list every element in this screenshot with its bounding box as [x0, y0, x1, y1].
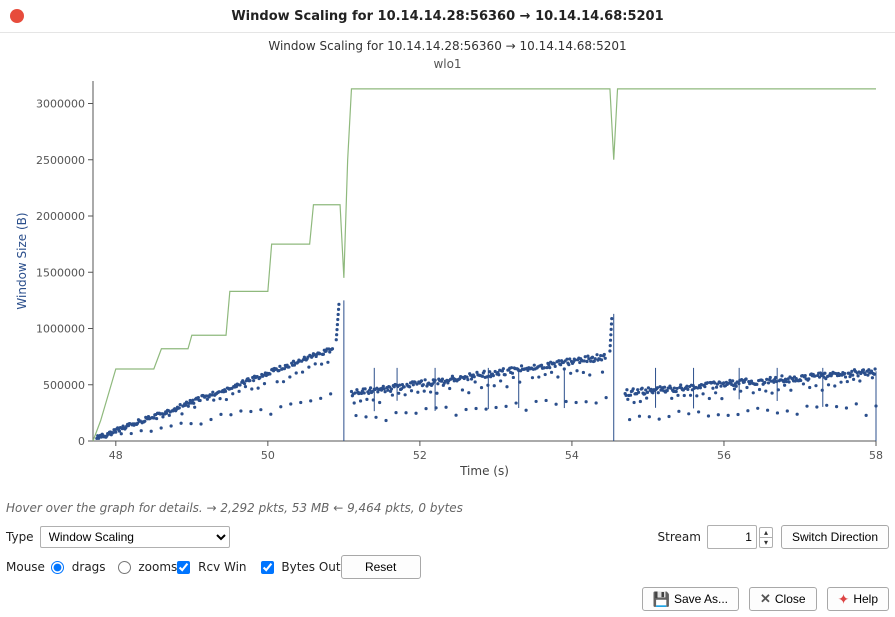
stream-stepper[interactable]: ▴ ▾	[759, 527, 773, 548]
hover-hint: Hover over the graph for details. → 2,29…	[6, 501, 889, 515]
dialog-button-row: 💾 Save As... ✕ Close ✦ Help	[6, 587, 889, 611]
controls-row-1: Type ThroughputRound Trip TimeWindow Sca…	[6, 523, 889, 551]
mouse-drags-radio[interactable]: drags	[51, 560, 106, 574]
svg-text:Window Size (B): Window Size (B)	[15, 212, 29, 309]
svg-text:48: 48	[108, 449, 122, 462]
stream-step-up-icon[interactable]: ▴	[760, 528, 772, 537]
svg-text:Time (s): Time (s)	[459, 464, 509, 478]
switch-direction-button[interactable]: Switch Direction	[781, 525, 889, 549]
svg-text:52: 52	[412, 449, 426, 462]
reset-button[interactable]: Reset	[341, 555, 421, 579]
chart-title: Window Scaling for 10.14.14.28:56360 → 1…	[8, 39, 888, 53]
stream-label: Stream	[658, 530, 701, 544]
rcv-win-checkbox[interactable]: Rcv Win	[177, 560, 246, 574]
svg-text:500000: 500000	[43, 379, 85, 392]
mouse-label: Mouse	[6, 560, 45, 574]
svg-text:1000000: 1000000	[36, 323, 85, 336]
controls-row-2: Mouse drags zooms Rcv Win Bytes Out Rese…	[6, 553, 889, 581]
svg-text:58: 58	[869, 449, 883, 462]
chart-subtitle: wlo1	[8, 57, 888, 71]
chart-area[interactable]: Window Scaling for 10.14.14.28:56360 → 1…	[8, 39, 888, 499]
close-window-icon[interactable]	[10, 9, 24, 23]
svg-text:3000000: 3000000	[36, 98, 85, 111]
close-button[interactable]: ✕ Close	[749, 587, 817, 611]
bytes-out-checkbox[interactable]: Bytes Out	[261, 560, 341, 574]
save-as-button[interactable]: 💾 Save As...	[642, 587, 739, 611]
stream-number-input[interactable]	[707, 525, 757, 549]
close-icon: ✕	[760, 591, 771, 607]
type-label: Type	[6, 530, 34, 544]
svg-text:1500000: 1500000	[36, 266, 85, 279]
mouse-mode-radio-group: drags zooms	[51, 560, 177, 574]
help-icon: ✦	[838, 591, 850, 608]
svg-text:0: 0	[78, 435, 85, 448]
svg-text:54: 54	[564, 449, 578, 462]
window-titlebar: Window Scaling for 10.14.14.28:56360 → 1…	[0, 0, 895, 33]
save-icon: 💾	[653, 591, 670, 608]
switch-direction-label: Switch Direction	[792, 530, 878, 544]
window-title: Window Scaling for 10.14.14.28:56360 → 1…	[0, 9, 895, 24]
stream-step-down-icon[interactable]: ▾	[760, 537, 772, 547]
help-button[interactable]: ✦ Help	[827, 587, 889, 611]
chart-plot[interactable]: 48 50 52 54 56 58 0 500000 1000000 1500000 2000000…	[8, 71, 888, 481]
svg-text:56: 56	[716, 449, 730, 462]
svg-text:2500000: 2500000	[36, 154, 85, 167]
mouse-zooms-radio[interactable]: zooms	[118, 560, 178, 574]
svg-text:50: 50	[260, 449, 274, 462]
svg-text:2000000: 2000000	[36, 210, 85, 223]
graph-type-combo[interactable]: ThroughputRound Trip TimeWindow ScalingT…	[40, 526, 230, 548]
